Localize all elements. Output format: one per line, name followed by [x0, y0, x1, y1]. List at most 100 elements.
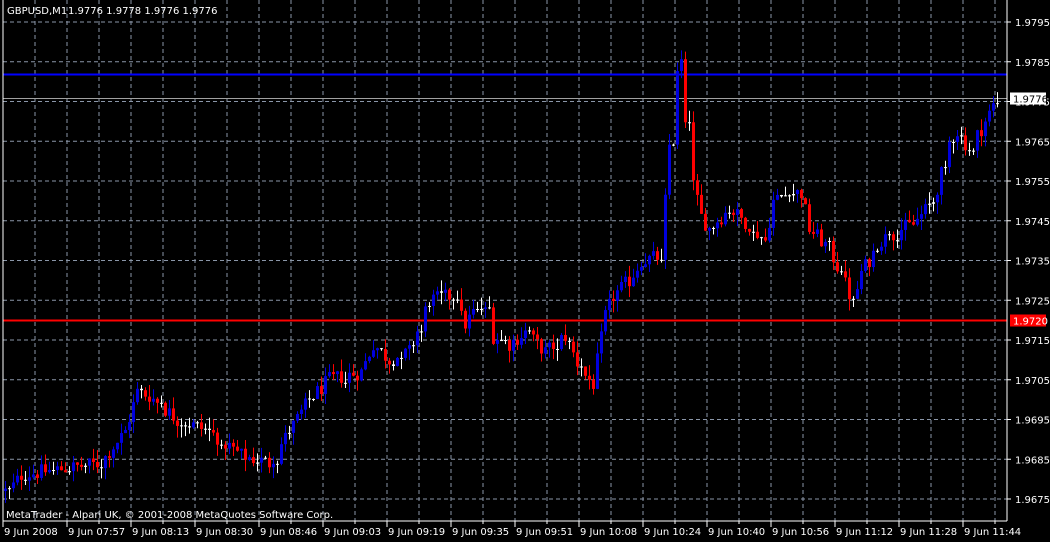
candle: [668, 134, 671, 200]
candle: [792, 183, 795, 202]
candle-body: [532, 330, 535, 335]
candle-body: [256, 462, 259, 464]
candle: [328, 364, 331, 378]
candle-body: [608, 298, 611, 311]
candle-body: [96, 461, 99, 468]
candle: [644, 253, 647, 268]
candle-body: [732, 212, 735, 215]
candle: [284, 425, 287, 452]
candle-body: [828, 240, 831, 242]
candle-body: [264, 457, 267, 459]
candle-body: [44, 464, 47, 473]
candle-body: [432, 294, 435, 306]
candle-body: [564, 335, 567, 341]
grid: [3, 0, 1007, 521]
candle-body: [672, 144, 675, 146]
candle: [348, 363, 351, 393]
candle-body: [996, 103, 999, 105]
candle-body: [440, 291, 443, 293]
candle: [240, 448, 243, 459]
candle-body: [712, 227, 715, 229]
candle-body: [868, 259, 871, 268]
candle-body: [364, 361, 367, 370]
candle-body: [512, 339, 515, 351]
candle: [496, 333, 499, 354]
candle: [780, 194, 783, 198]
candle: [984, 117, 987, 147]
candle-body: [268, 457, 271, 468]
candle: [796, 189, 799, 203]
candle: [732, 209, 735, 222]
candle: [872, 243, 875, 272]
candle-body: [428, 305, 431, 307]
candle: [408, 341, 411, 361]
candle: [752, 224, 755, 242]
candle: [252, 447, 255, 467]
candle-body: [396, 357, 399, 366]
candle-body: [648, 255, 651, 265]
candle: [372, 340, 375, 359]
candlestick-chart[interactable]: 1.97951.97851.97751.97651.97551.97451.97…: [0, 0, 1050, 542]
x-tick-label: 9 Jun 09:19: [388, 527, 445, 538]
candle: [952, 139, 955, 154]
candle: [140, 384, 143, 399]
candle: [920, 205, 923, 231]
candle-body: [952, 141, 955, 143]
chart-header-symbol: GBPUSD,M1: [7, 6, 67, 17]
candle: [784, 186, 787, 197]
candle-body: [4, 488, 7, 492]
candle: [824, 238, 827, 253]
candle: [820, 223, 823, 247]
candle-body: [472, 309, 475, 315]
candle-body: [360, 369, 363, 381]
candle-body: [624, 276, 627, 282]
y-tick-label: 1.9735: [1015, 257, 1050, 268]
candle: [772, 191, 775, 236]
candle: [904, 212, 907, 241]
candle: [988, 104, 991, 127]
candle-body: [800, 190, 803, 199]
candle-body: [136, 388, 139, 403]
candle-body: [680, 59, 683, 72]
candle-body: [356, 375, 359, 381]
candle: [620, 275, 623, 293]
candle: [976, 129, 979, 158]
candle: [472, 299, 475, 319]
candle-body: [92, 458, 95, 462]
candle: [300, 404, 303, 420]
candle: [468, 305, 471, 337]
candle-body: [736, 209, 739, 215]
candle-body: [380, 348, 383, 350]
candle-body: [600, 331, 603, 354]
x-tick-label: 9 Jun 10:24: [644, 527, 701, 538]
candle: [136, 381, 139, 405]
candle: [624, 271, 627, 288]
candle-body: [844, 271, 847, 278]
candle-body: [176, 420, 179, 426]
candle-body: [456, 299, 459, 301]
candle: [356, 370, 359, 391]
candle: [24, 471, 27, 486]
candle-body: [408, 345, 411, 349]
candle: [244, 440, 247, 472]
candle: [400, 351, 403, 370]
candle-body: [920, 214, 923, 219]
candle: [580, 358, 583, 377]
candle-body: [404, 348, 407, 358]
candle-body: [260, 457, 263, 463]
candle: [500, 330, 503, 342]
candle: [924, 198, 927, 219]
candle-body: [840, 271, 843, 273]
candle: [412, 340, 415, 353]
price-labels: 1.9720 1.9776: [1010, 92, 1048, 328]
candle: [316, 382, 319, 400]
candle: [464, 308, 467, 334]
candle-body: [956, 136, 959, 142]
candle: [744, 216, 747, 233]
candle-body: [572, 341, 575, 353]
candle: [804, 197, 807, 205]
candle-body: [748, 228, 751, 232]
candle-body: [276, 463, 279, 465]
x-tick-label: 9 Jun 08:30: [196, 527, 253, 538]
candle: [832, 236, 835, 270]
